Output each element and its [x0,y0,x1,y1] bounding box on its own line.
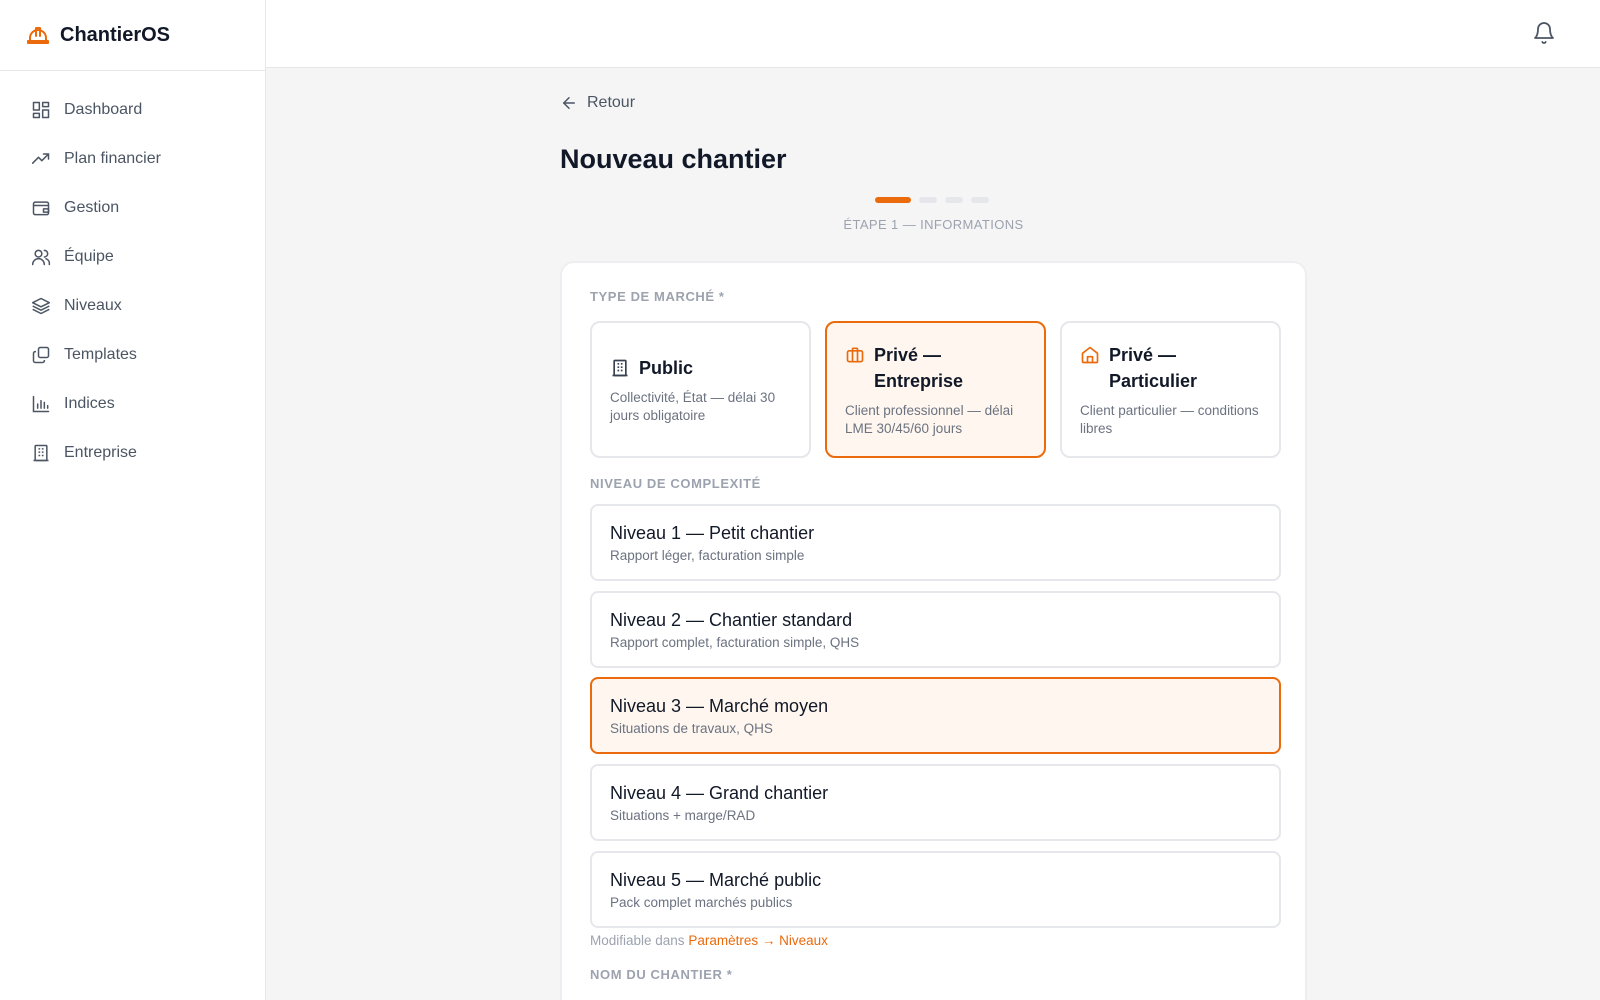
market-option-prive-entreprise[interactable]: Privé — Entreprise Client professionnel … [825,321,1046,458]
arrow-left-icon [563,97,575,109]
step-dot-1 [875,197,911,203]
users-icon [31,249,51,265]
back-label: Retour [587,94,636,111]
briefcase-icon [846,347,864,362]
sidebar-item-label: Plan financier [64,149,161,167]
levels-hint: Modifiable dans Paramètres → Niveaux [590,933,828,948]
sidebar-item-label: Niveaux [64,296,122,314]
level-option-title: Niveau 4 — Grand chantier [610,783,829,803]
copy-icon [32,346,50,363]
sidebar-item-niveaux[interactable]: Niveaux [0,281,265,330]
step-label: ÉTAPE 1 — INFORMATIONS [843,217,1024,232]
level-option-title: Niveau 2 — Chantier standard [610,610,853,630]
hard-hat-icon [27,27,49,44]
market-option-prive-particulier[interactable]: Privé — Particulier Client particulier —… [1060,321,1281,458]
level-option-1[interactable]: Niveau 1 — Petit chantier Rapport léger,… [590,504,1281,581]
sidebar-item-label: Équipe [64,247,114,265]
project-name-label: NOM DU CHANTIER * [590,967,733,982]
dashboard-icon [32,101,50,118]
sidebar: ChantierOS Dashboard Plan financier Gest… [0,0,266,1000]
market-option-desc: Client particulier — conditions libres [1080,402,1259,436]
market-type-label: TYPE DE MARCHÉ * [590,289,725,304]
step-dot-2 [919,197,937,203]
stepper [875,197,989,203]
market-option-desc: Collectivité, État — délai 30 jours obli… [610,389,776,423]
market-option-title: Privé — Particulier [1109,344,1198,391]
level-option-desc: Situations de travaux, QHS [610,721,773,736]
level-option-5[interactable]: Niveau 5 — Marché public Pack complet ma… [590,851,1281,928]
page-title: Nouveau chantier [560,144,787,174]
sidebar-item-templates[interactable]: Templates [0,330,265,379]
level-option-3[interactable]: Niveau 3 — Marché moyen Situations de tr… [590,677,1281,754]
sidebar-item-label: Indices [64,394,115,412]
topbar [266,0,1600,68]
settings-levels-link[interactable]: Paramètres → Niveaux [688,933,828,948]
sidebar-item-label: Dashboard [64,100,143,118]
layers-icon [31,297,51,314]
market-option-head: Public [610,355,791,381]
sidebar-item-entreprise[interactable]: Entreprise [0,428,265,477]
hint-prefix: Modifiable dans [590,933,685,948]
level-option-title: Niveau 3 — Marché moyen [610,696,829,716]
market-option-title: Privé — Entreprise [874,344,964,391]
sidebar-item-label: Gestion [64,198,120,216]
market-option-head: Privé — Particulier [1080,342,1261,394]
bell-icon[interactable] [1532,21,1556,45]
sidebar-item-indices[interactable]: Indices [0,379,265,428]
level-option-2[interactable]: Niveau 2 — Chantier standard Rapport com… [590,591,1281,668]
form-card: TYPE DE MARCHÉ * Public Collectivité, Ét… [560,261,1307,1000]
step-dot-4 [971,197,989,203]
market-option-public[interactable]: Public Collectivité, État — délai 30 jou… [590,321,811,458]
level-option-4[interactable]: Niveau 4 — Grand chantier Situations + m… [590,764,1281,841]
sidebar-item-label: Entreprise [64,443,137,461]
building-icon [33,444,49,461]
sidebar-item-dashboard[interactable]: Dashboard [0,85,265,134]
wallet-icon [32,200,50,215]
sidebar-item-gestion[interactable]: Gestion [0,183,265,232]
market-option-head: Privé — Entreprise [845,342,1026,394]
level-option-desc: Rapport complet, facturation simple, QHS [610,635,860,650]
level-option-desc: Rapport léger, facturation simple [610,548,805,563]
level-option-desc: Pack complet marchés publics [610,895,793,910]
complexity-label: NIVEAU DE COMPLEXITÉ [590,476,761,491]
brand[interactable]: ChantierOS [0,0,265,71]
building-icon [612,359,628,376]
sidebar-item-equipe[interactable]: Équipe [0,232,265,281]
sidebar-nav: Dashboard Plan financier Gestion Équipe … [0,71,265,477]
sidebar-item-label: Templates [64,345,137,363]
bar-chart-icon [32,395,50,412]
app-name: ChantierOS [60,23,171,46]
trending-up-icon [31,152,50,164]
home-icon [1081,346,1099,363]
level-option-title: Niveau 5 — Marché public [610,870,822,890]
step-dot-3 [945,197,963,203]
market-option-desc: Client professionnel — délai LME 30/45/6… [845,402,1014,436]
sidebar-item-plan-financier[interactable]: Plan financier [0,134,265,183]
level-option-title: Niveau 1 — Petit chantier [610,523,815,543]
level-option-desc: Situations + marge/RAD [610,808,756,823]
market-option-title: Public [639,357,694,378]
back-link[interactable]: Retour [560,94,635,112]
